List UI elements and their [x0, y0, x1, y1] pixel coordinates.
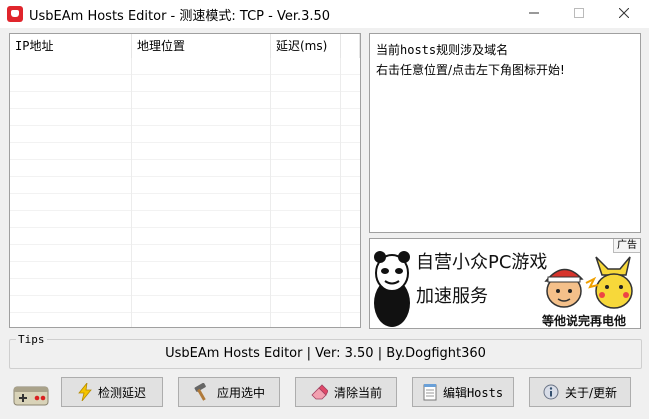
column-latency[interactable]: 延迟(ms)	[271, 34, 341, 58]
apply-selected-button[interactable]: 应用选中	[178, 377, 280, 407]
ad-banner[interactable]: 广告 自营小众PC游戏 加速服务 等他说完再电他	[369, 238, 641, 329]
edit-hosts-button[interactable]: 编辑Hosts	[412, 377, 514, 407]
clear-current-button[interactable]: 清除当前	[295, 377, 397, 407]
info-icon	[543, 384, 559, 400]
cartoon-characters-icon	[544, 256, 633, 309]
grid-line	[340, 58, 341, 327]
minimize-icon	[529, 12, 539, 14]
info-line-2: 右击任意位置/点击左下角图标开始!	[376, 63, 565, 77]
apply-selected-label: 应用选中	[216, 385, 265, 400]
eraser-icon	[311, 384, 328, 400]
column-extra[interactable]	[341, 34, 360, 58]
domain-info-box[interactable]: 当前hosts规则涉及域名 右击任意位置/点击左下角图标开始!	[369, 33, 641, 233]
maximize-icon	[574, 8, 584, 18]
about-update-label: 关于/更新	[564, 385, 618, 400]
close-icon	[618, 7, 630, 19]
grid-line	[131, 58, 132, 327]
minimize-button[interactable]	[511, 0, 557, 28]
detect-latency-label: 检测延迟	[97, 385, 146, 400]
info-line-1: 当前hosts规则涉及域名	[376, 43, 509, 57]
notepad-icon	[423, 384, 437, 401]
panda-meme-icon	[374, 251, 410, 327]
ad-subline: 加速服务	[416, 286, 488, 307]
title-bar[interactable]: UsbEAm Hosts Editor - 测速模式: TCP - Ver.3.…	[0, 0, 649, 28]
grid-line	[270, 58, 271, 327]
column-location[interactable]: 地理位置	[132, 34, 271, 58]
ad-caption: 等他说完再电他	[542, 314, 627, 328]
lightning-icon	[78, 383, 92, 401]
column-ip[interactable]: IP地址	[10, 34, 132, 58]
detect-latency-button[interactable]: 检测延迟	[61, 377, 163, 407]
ad-tag: 广告	[613, 239, 640, 253]
edit-hosts-label: 编辑Hosts	[442, 385, 504, 400]
maximize-button	[556, 0, 602, 28]
window-title: UsbEAm Hosts Editor - 测速模式: TCP - Ver.3.…	[29, 9, 331, 24]
ad-headline: 自营小众PC游戏	[416, 252, 548, 273]
app-icon[interactable]	[7, 6, 23, 22]
list-header: IP地址 地理位置 延迟(ms)	[10, 34, 360, 58]
tips-legend: Tips	[16, 333, 47, 346]
list-body[interactable]	[10, 58, 360, 327]
about-update-button[interactable]: 关于/更新	[529, 377, 631, 407]
hosts-list[interactable]: IP地址 地理位置 延迟(ms)	[9, 33, 361, 328]
hammer-icon	[194, 383, 206, 401]
tips-text: UsbEAm Hosts Editor | Ver: 3.50 | By.Dog…	[165, 346, 486, 361]
gamepad-icon[interactable]	[13, 383, 49, 407]
close-button[interactable]	[601, 0, 647, 28]
clear-current-label: 清除当前	[333, 385, 382, 400]
